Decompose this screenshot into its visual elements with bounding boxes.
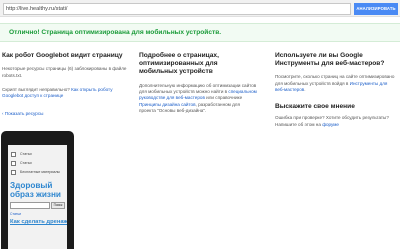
mobile-info-heading: Подробнее о страницах, оптимизированных … <box>139 52 219 76</box>
preview-search: Поиск <box>8 202 67 209</box>
show-resources-link[interactable]: ‹ Показать ресурсы <box>2 111 130 116</box>
url-toolbar: АНАЛИЗИРОВАТЬ <box>0 0 400 17</box>
feedback-heading: Выскажите свое мнение <box>275 103 355 111</box>
preview-article-link: Как сделать дренажную <box>10 219 67 225</box>
webmaster-tools-text: Посмотрите, сколько страниц на сайте опт… <box>275 74 397 93</box>
feedback-text: Ошибка при проверке? Хотите обсудить рез… <box>275 115 397 128</box>
analyze-button[interactable]: АНАЛИЗИРОВАТЬ <box>354 3 398 15</box>
mobile-info-part2: или справочнике <box>204 95 243 101</box>
webmaster-tools-heading: Используете ли вы Google Инструменты для… <box>275 52 385 68</box>
mobile-info-column: Подробнее о страницах, оптимизированных … <box>139 52 257 114</box>
forum-link[interactable]: форуме <box>322 122 339 127</box>
preview-menu-item: Статьи <box>8 150 67 159</box>
preview-menu-label: Статьи <box>20 161 32 165</box>
googlebot-heading: Как робот Googlebot видит страницу <box>2 52 123 59</box>
webmaster-tools-part2: . <box>304 87 306 92</box>
url-input[interactable] <box>3 3 351 15</box>
preview-menu-item: Бесплатные материалы <box>8 168 67 177</box>
checkbox-icon <box>11 161 16 166</box>
result-banner-text: Отлично! Страница оптимизирована для моб… <box>9 29 222 36</box>
checkbox-icon <box>11 170 16 175</box>
webmaster-tools-column: Используете ли вы Google Инструменты для… <box>275 52 397 128</box>
preview-search-button: Поиск <box>51 202 65 209</box>
preview-small-link: Статьи <box>10 212 21 216</box>
preview-menu-item: Статьи <box>8 159 67 168</box>
preview-menu-label: Бесплатные материалы <box>20 170 61 174</box>
googlebot-column: Как робот Googlebot видит страницу Некот… <box>2 52 130 116</box>
preview-site-title: Здоровый образ жизни <box>10 181 61 199</box>
preview-menu-label: Статьи <box>20 152 32 156</box>
design-principles-link[interactable]: Принципы дизайна сайтов <box>139 102 196 107</box>
googlebot-help-text: Скрипт выглядит неправильно? Как открыть… <box>2 87 130 100</box>
result-banner: Отлично! Страница оптимизирована для моб… <box>0 23 400 42</box>
googlebot-help-prefix: Скрипт выглядит неправильно? <box>2 86 72 92</box>
mobile-info-text: Дополнительную информацию об оптимизации… <box>139 83 257 114</box>
preview-menu: Статьи Статьи Бесплатные материалы <box>8 150 67 177</box>
mobile-preview-phone: Статьи Статьи Бесплатные материалы Здоро… <box>1 131 74 249</box>
blocked-resources-text: Некоторые ресурсы страницы (6) заблокиро… <box>2 66 127 78</box>
mobile-preview-screen: Статьи Статьи Бесплатные материалы Здоро… <box>8 145 67 249</box>
checkbox-icon <box>11 152 16 157</box>
preview-search-field <box>10 202 50 209</box>
